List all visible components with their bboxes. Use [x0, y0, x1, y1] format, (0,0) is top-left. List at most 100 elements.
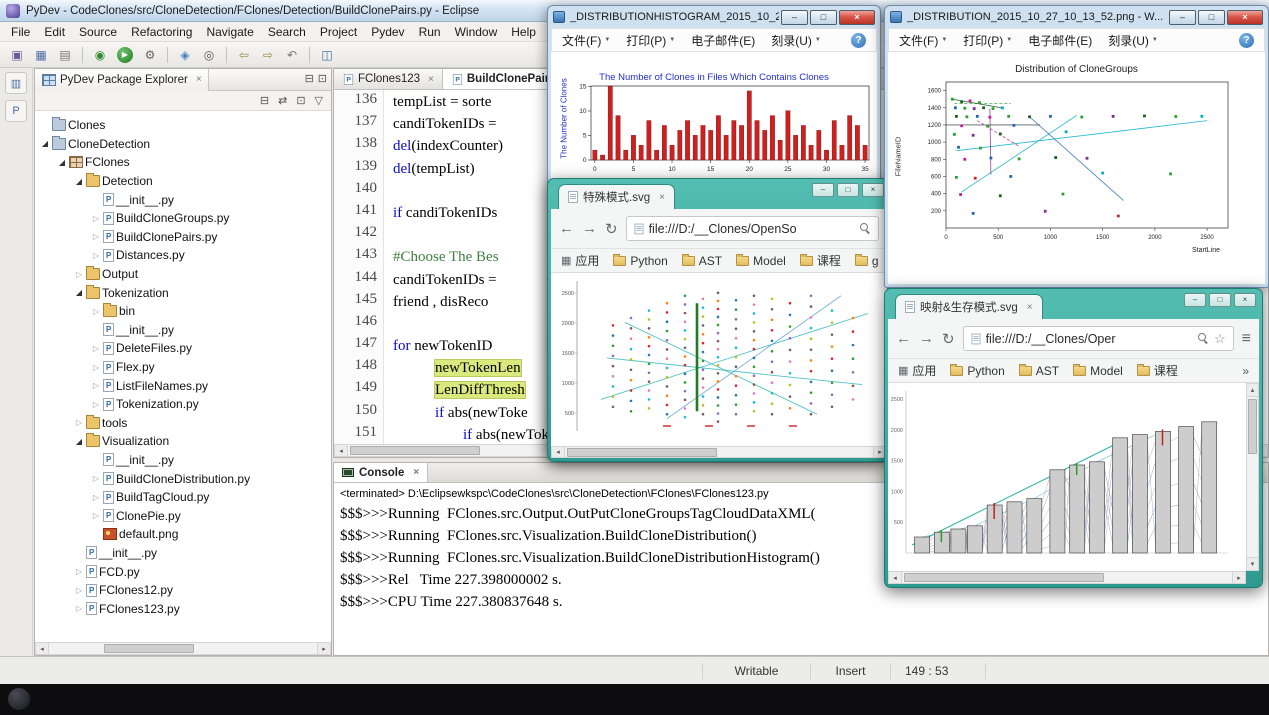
- minimize-button[interactable]: –: [812, 183, 834, 197]
- close-tab-icon[interactable]: ×: [1027, 302, 1033, 313]
- scrollbar-thumb[interactable]: [104, 644, 194, 653]
- browser-menu-icon[interactable]: ≡: [1242, 330, 1251, 348]
- menu-window[interactable]: Window: [448, 23, 505, 41]
- previous-icon[interactable]: ⇦: [233, 45, 255, 65]
- menu--p-[interactable]: 打印(P)▼: [963, 32, 1012, 49]
- expand-arrow-icon[interactable]: ▷: [73, 270, 85, 279]
- expand-arrow-icon[interactable]: ▷: [73, 604, 85, 613]
- close-button[interactable]: ×: [839, 10, 875, 25]
- maximize-button[interactable]: □: [810, 10, 837, 25]
- bookmark--[interactable]: 课程: [800, 252, 841, 269]
- help-icon[interactable]: ?: [851, 33, 866, 48]
- bookmarks-overflow-icon[interactable]: »: [1242, 364, 1249, 378]
- maximize-button[interactable]: □: [837, 183, 859, 197]
- tree-item-detection[interactable]: ◢Detection: [35, 172, 331, 191]
- view-menu-icon[interactable]: ▽: [315, 94, 323, 107]
- browser-title-bar[interactable]: 映射&生存模式.svg × – □ ×: [885, 289, 1262, 319]
- bookmark-python[interactable]: Python: [950, 364, 1004, 378]
- expand-arrow-icon[interactable]: ▷: [90, 381, 102, 390]
- start-button[interactable]: [8, 688, 30, 710]
- minimize-button[interactable]: –: [1169, 10, 1196, 25]
- last-edit-icon[interactable]: ↶: [281, 45, 303, 65]
- scroll-left-icon[interactable]: ◂: [889, 572, 902, 583]
- collapse-arrow-icon[interactable]: ◢: [39, 139, 51, 148]
- close-console-icon[interactable]: ×: [413, 467, 419, 478]
- new-icon[interactable]: ▣: [6, 45, 28, 65]
- bookmark-g[interactable]: g: [855, 254, 879, 268]
- tree-item-clones[interactable]: Clones: [35, 116, 331, 135]
- pydev-icon[interactable]: P: [5, 100, 27, 122]
- maximize-button[interactable]: □: [1198, 10, 1225, 25]
- page-vertical-scrollbar[interactable]: ▴ ▾: [1246, 383, 1259, 571]
- page-horizontal-scrollbar[interactable]: ◂ ▸: [888, 571, 1246, 584]
- close-button[interactable]: ×: [1227, 10, 1263, 25]
- tree-item-fclones[interactable]: ◢FClones: [35, 153, 331, 172]
- tree-item-fclones12-py[interactable]: ▷FClones12.py: [35, 581, 331, 600]
- scroll-right-icon[interactable]: ▸: [1232, 572, 1245, 583]
- menu-search[interactable]: Search: [261, 23, 313, 41]
- tree-item--init-py[interactable]: __init__.py: [35, 451, 331, 470]
- reload-icon[interactable]: ↻: [605, 220, 618, 238]
- next-icon[interactable]: ⇨: [257, 45, 279, 65]
- expand-arrow-icon[interactable]: ▷: [90, 493, 102, 502]
- menu-source[interactable]: Source: [72, 23, 124, 41]
- tree-item-fcd-py[interactable]: ▷FCD.py: [35, 562, 331, 581]
- debug-icon[interactable]: ◉: [89, 45, 111, 65]
- bookmark-star-icon[interactable]: ☆: [1214, 331, 1226, 347]
- collapse-arrow-icon[interactable]: ◢: [56, 158, 68, 167]
- close-tab-icon[interactable]: ×: [659, 192, 665, 203]
- tree-item-tokenization-py[interactable]: ▷Tokenization.py: [35, 395, 331, 414]
- menu-pydev[interactable]: Pydev: [364, 23, 411, 41]
- tree-item-distances-py[interactable]: ▷Distances.py: [35, 246, 331, 265]
- menu-help[interactable]: Help: [504, 23, 543, 41]
- bookmark--[interactable]: ▦应用: [898, 362, 936, 379]
- tree-item--init-py[interactable]: __init__.py: [35, 321, 331, 340]
- expand-arrow-icon[interactable]: ▷: [90, 363, 102, 372]
- expand-arrow-icon[interactable]: ▷: [90, 307, 102, 316]
- scroll-down-icon[interactable]: ▾: [1247, 557, 1258, 570]
- menu--u-[interactable]: 刻录(U)▼: [771, 32, 821, 49]
- project-tree[interactable]: Clones◢CloneDetection◢FClones◢Detection_…: [35, 112, 331, 642]
- menu--e-[interactable]: 电子邮件(E): [1028, 32, 1092, 49]
- bookmark-model[interactable]: Model: [1073, 364, 1123, 378]
- scroll-left-icon[interactable]: ◂: [36, 643, 49, 654]
- tree-item-buildclonedistribution-py[interactable]: ▷BuildCloneDistribution.py: [35, 469, 331, 488]
- scrollbar-thumb[interactable]: [904, 573, 1104, 582]
- expand-arrow-icon[interactable]: ▷: [73, 418, 85, 427]
- search-icon[interactable]: ◎: [198, 45, 220, 65]
- menu-navigate[interactable]: Navigate: [199, 23, 260, 41]
- expand-arrow-icon[interactable]: ▷: [90, 344, 102, 353]
- minimize-button[interactable]: –: [1184, 293, 1206, 307]
- save-icon[interactable]: ▦: [30, 45, 52, 65]
- tree-item-deletefiles-py[interactable]: ▷DeleteFiles.py: [35, 339, 331, 358]
- scrollbar-thumb[interactable]: [350, 446, 480, 455]
- bookmark-ast[interactable]: AST: [682, 254, 722, 268]
- expand-arrow-icon[interactable]: ▷: [90, 214, 102, 223]
- window-title-bar[interactable]: _DISTRIBUTION_2015_10_27_10_13_52.png - …: [885, 6, 1268, 28]
- expand-arrow-icon[interactable]: ▷: [90, 251, 102, 260]
- new-module-icon[interactable]: ◈: [174, 45, 196, 65]
- minimize-button[interactable]: –: [781, 10, 808, 25]
- menu--f-[interactable]: 文件(F)▼: [562, 32, 610, 49]
- bookmark-ast[interactable]: AST: [1019, 364, 1059, 378]
- scrollbar-thumb[interactable]: [1248, 399, 1257, 454]
- scrollbar-thumb[interactable]: [567, 448, 717, 457]
- menu--p-[interactable]: 打印(P)▼: [626, 32, 675, 49]
- search-icon[interactable]: [860, 223, 871, 234]
- menu--f-[interactable]: 文件(F)▼: [899, 32, 947, 49]
- print-icon[interactable]: ▤: [54, 45, 76, 65]
- back-icon[interactable]: ←: [896, 330, 911, 347]
- tree-item-fclones123-py[interactable]: ▷FClones123.py: [35, 599, 331, 618]
- collapse-all-icon[interactable]: ⊟: [260, 94, 269, 107]
- scroll-left-icon[interactable]: ◂: [552, 447, 565, 457]
- expand-arrow-icon[interactable]: ▷: [73, 586, 85, 595]
- editor-tab-fclones123[interactable]: FClones123×: [334, 69, 443, 89]
- close-view-icon[interactable]: ×: [196, 74, 202, 85]
- expand-arrow-icon[interactable]: ▷: [90, 232, 102, 241]
- tree-item-visualization[interactable]: ◢Visualization: [35, 432, 331, 451]
- tree-item-default-png[interactable]: default.png: [35, 525, 331, 544]
- collapse-arrow-icon[interactable]: ◢: [73, 177, 85, 186]
- page-horizontal-scrollbar[interactable]: ◂ ▸: [551, 446, 887, 458]
- menu-project[interactable]: Project: [313, 23, 364, 41]
- link-with-editor-icon[interactable]: ⇄: [278, 94, 287, 107]
